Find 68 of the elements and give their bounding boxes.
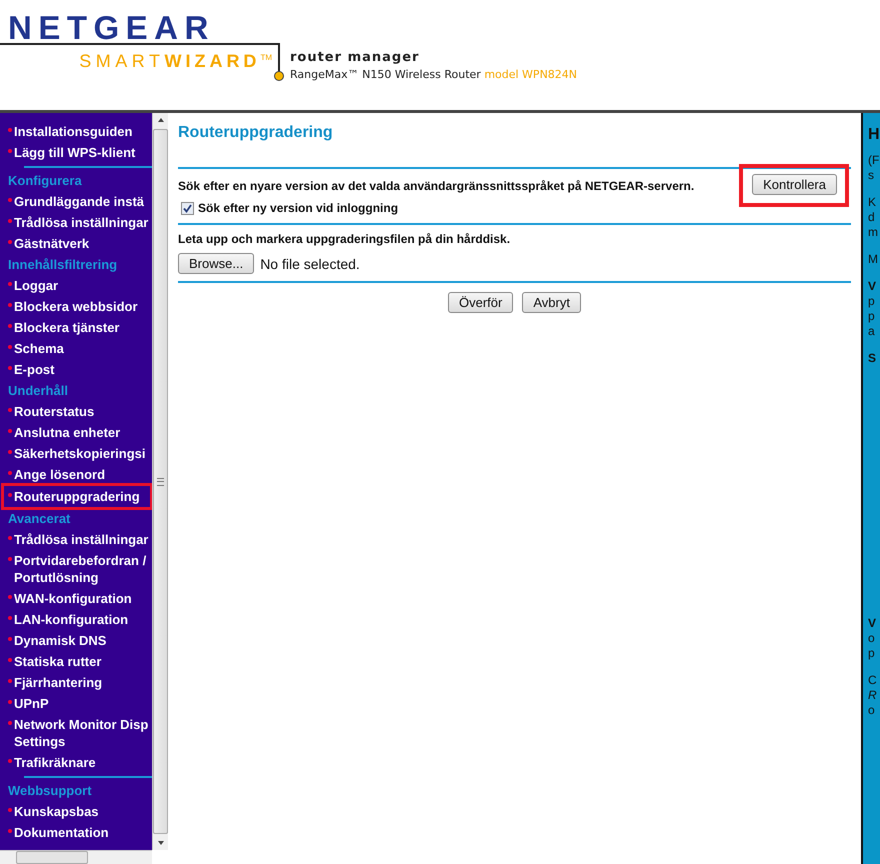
menu-item[interactable]: Blockera tjänster	[0, 317, 152, 338]
help-text: p	[868, 294, 875, 309]
menu-item[interactable]: Trådlösa inställningar	[0, 529, 152, 550]
menu-section-heading: Innehållsfiltrering	[7, 256, 118, 274]
menu-item[interactable]: Säkerhetskopieringsi	[0, 443, 152, 464]
menu-section-heading: Underhåll	[7, 382, 69, 400]
help-text: K	[868, 195, 876, 210]
help-text: s	[868, 168, 874, 183]
menu-item[interactable]: Kunskapsbas	[0, 801, 152, 822]
menu-item[interactable]: Trådlösa inställningar	[0, 212, 152, 233]
brand-logo: NETGEAR	[7, 12, 215, 43]
menu-item[interactable]: Dynamisk DNS	[0, 630, 152, 651]
help-text: V	[868, 279, 876, 294]
menu-item[interactable]: Portvidarebefordran / Portutlösning	[0, 550, 152, 588]
menu-item[interactable]: Routeruppgradering	[4, 486, 150, 507]
help-text: p	[868, 646, 875, 661]
help-text: (F	[868, 153, 880, 168]
menu-item[interactable]: Fjärrhantering	[0, 672, 152, 693]
help-text: o	[868, 631, 875, 646]
checkbox[interactable]	[181, 202, 194, 214]
help-text: S	[868, 351, 876, 366]
menu-item[interactable]: Anslutna enheter	[0, 422, 152, 443]
device-name: RangeMax™ N150 Wireless Router	[290, 68, 481, 81]
help-text: R	[868, 688, 877, 703]
help-text: p	[868, 309, 875, 324]
menu-item[interactable]: Loggar	[0, 275, 152, 296]
menu-item[interactable]: E-post	[0, 359, 152, 380]
menu-item[interactable]: Schema	[0, 338, 152, 359]
menu-item[interactable]: Ange lösenord	[0, 464, 152, 485]
browse-button[interactable]: Browse...	[178, 253, 254, 274]
horizontal-scrollbar[interactable]	[0, 850, 152, 864]
help-text: a	[868, 324, 875, 339]
circle-icon	[274, 71, 284, 81]
help-text: o	[868, 703, 875, 718]
menu-item[interactable]: LAN-konfiguration	[0, 609, 152, 630]
help-heading: H	[868, 125, 880, 145]
help-text: d	[868, 210, 875, 225]
menu-item[interactable]: WAN-konfiguration	[0, 588, 152, 609]
menu-item[interactable]: Blockera webbsidor	[0, 296, 152, 317]
menu-section-heading: Webbsupport	[7, 782, 93, 800]
help-text: C	[868, 673, 877, 688]
file-status: No file selected.	[260, 256, 360, 272]
subtitle: router manager	[290, 51, 420, 65]
menu-item[interactable]: Lägg till WPS-klient	[0, 142, 152, 163]
model-name: model WPN824N	[484, 68, 578, 81]
menu-item[interactable]: Trafikräknare	[0, 752, 152, 773]
menu-item[interactable]: Grundläggande instä	[0, 191, 152, 212]
menu-item[interactable]: Dokumentation	[0, 822, 152, 843]
check-button[interactable]: Kontrollera	[752, 174, 837, 195]
instruction-text: Leta upp och markera uppgraderingsfilen på din hårddisk.	[178, 231, 512, 247]
menu-item[interactable]: Statiska rutter	[0, 651, 152, 672]
product-logo: SMART WIZARD$^{TM}$	[79, 50, 273, 67]
help-text: V	[868, 616, 876, 631]
menu-item[interactable]: Installationsguiden	[0, 121, 152, 142]
menu-section-heading: Konfigurera	[7, 172, 83, 190]
menu-item[interactable]: Routerstatus	[0, 401, 152, 422]
page-title: Routeruppgradering	[178, 123, 333, 143]
checkbox-label: Sök efter ny version vid inloggning	[198, 200, 398, 216]
action-button[interactable]: Överför	[448, 292, 514, 313]
menu-section-heading: Avancerat	[7, 510, 72, 528]
action-button[interactable]: Avbryt	[522, 292, 581, 313]
help-text: M	[868, 252, 878, 267]
instruction-text: Sök efter en nyare version av det valda användargränssnittsspråket på NETGEAR-servern.	[178, 178, 694, 194]
menu-item[interactable]: Network Monitor Disp Settings	[0, 714, 152, 752]
help-text: m	[868, 225, 878, 240]
scrollbar[interactable]	[152, 113, 168, 850]
menu-item[interactable]: UPnP	[0, 693, 152, 714]
menu-item[interactable]: Gästnätverk	[0, 233, 152, 254]
